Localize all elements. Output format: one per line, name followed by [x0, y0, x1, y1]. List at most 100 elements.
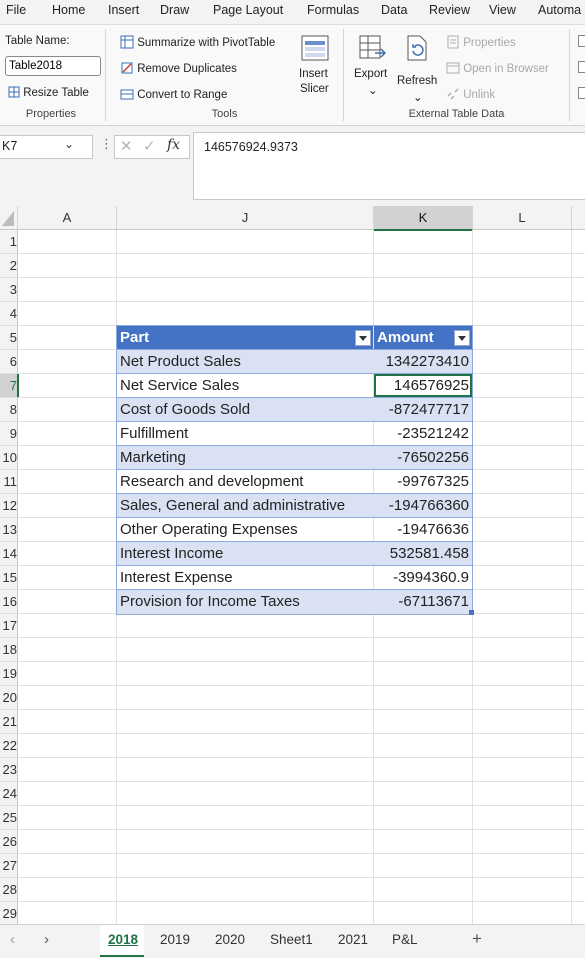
enter-icon[interactable]: ✓ — [143, 137, 156, 155]
row-header[interactable]: 26 — [0, 830, 18, 854]
table-cell-part[interactable]: Other Operating Expenses — [117, 518, 373, 541]
convert-to-range-button[interactable]: Convert to Range — [120, 87, 227, 101]
summarize-pivot-button[interactable]: Summarize with PivotTable — [120, 35, 275, 49]
table-cell-amount[interactable]: -23521242 — [374, 422, 472, 445]
row-header[interactable]: 5 — [0, 326, 18, 350]
row-header[interactable]: 20 — [0, 686, 18, 710]
tab-file[interactable]: File — [6, 3, 26, 17]
active-cell[interactable]: 146576925 — [374, 374, 472, 397]
name-box-chevron-icon[interactable]: ⌄ — [64, 137, 74, 151]
row-header[interactable]: 9 — [0, 422, 18, 446]
cancel-icon[interactable]: ✕ — [120, 137, 133, 155]
row-header[interactable]: 1 — [0, 230, 18, 254]
row-header[interactable]: 2 — [0, 254, 18, 278]
table-name-input[interactable] — [5, 56, 101, 76]
table-cell-amount[interactable]: 1342273410 — [374, 350, 472, 373]
scroll-right-icon[interactable]: › — [44, 931, 49, 948]
column-header-k[interactable]: K — [374, 206, 473, 231]
row-header[interactable]: 25 — [0, 806, 18, 830]
table-cell-amount[interactable]: -194766360 — [374, 494, 472, 517]
table-cell-amount[interactable]: -872477717 — [374, 398, 472, 421]
formula-input[interactable]: 146576924.9373 — [193, 132, 585, 200]
select-all-corner[interactable] — [0, 206, 18, 229]
scroll-left-icon[interactable]: ‹ — [10, 931, 15, 948]
sheet-tab-2021[interactable]: 2021 — [338, 932, 368, 947]
row-header[interactable]: 21 — [0, 710, 18, 734]
sheet-tab-2018[interactable]: 2018 — [100, 925, 144, 957]
unlink-icon — [447, 88, 459, 100]
tab-automate[interactable]: Automa — [538, 3, 581, 17]
table-cell-part[interactable]: Provision for Income Taxes — [117, 590, 373, 613]
row-header[interactable]: 24 — [0, 782, 18, 806]
column-header-j[interactable]: J — [117, 206, 374, 229]
table-cell-part[interactable]: Interest Expense — [117, 566, 373, 589]
resize-table-button[interactable]: Resize Table — [8, 86, 89, 99]
tab-formulas[interactable]: Formulas — [307, 3, 359, 17]
row-header[interactable]: 23 — [0, 758, 18, 782]
table-resize-handle[interactable] — [469, 610, 474, 615]
export-button[interactable]: Export ⌄ — [352, 31, 392, 107]
table-cell-part[interactable]: Fulfillment — [117, 422, 373, 445]
table-cell-amount[interactable]: -76502256 — [374, 446, 472, 469]
table-cell-part[interactable]: Sales, General and administrative — [117, 494, 373, 517]
tab-view[interactable]: View — [489, 3, 516, 17]
tab-review[interactable]: Review — [429, 3, 470, 17]
table-cell-amount[interactable]: -99767325 — [374, 470, 472, 493]
row-header[interactable]: 17 — [0, 614, 18, 638]
open-in-browser-button[interactable]: Open in Browser — [446, 61, 549, 75]
sheet-tab-2020[interactable]: 2020 — [215, 932, 245, 947]
table-cell-amount[interactable]: -67113671 — [374, 590, 472, 613]
sheet-tab-sheet1[interactable]: Sheet1 — [270, 932, 313, 947]
column-header-overflow[interactable] — [572, 206, 585, 229]
table-cell-part[interactable]: Net Product Sales — [117, 350, 373, 373]
insert-function-icon[interactable]: fx — [167, 137, 180, 153]
tab-draw[interactable]: Draw — [160, 3, 189, 17]
part-filter-button[interactable] — [355, 330, 371, 346]
table-cell-part[interactable]: Cost of Goods Sold — [117, 398, 373, 421]
formula-bar-grip-icon[interactable]: ⋮ — [100, 136, 113, 152]
unlink-button[interactable]: Unlink — [446, 87, 495, 101]
table-cell-part[interactable]: Net Service Sales — [117, 374, 373, 397]
add-sheet-icon[interactable]: + — [472, 929, 482, 949]
tab-data[interactable]: Data — [381, 3, 407, 17]
row-header[interactable]: 4 — [0, 302, 18, 326]
table-cell-part[interactable]: Research and development — [117, 470, 373, 493]
properties-button[interactable]: Properties — [446, 35, 516, 49]
remove-duplicates-button[interactable]: Remove Duplicates — [120, 61, 237, 75]
row-header[interactable]: 22 — [0, 734, 18, 758]
row-header[interactable]: 14 — [0, 542, 18, 566]
tab-insert[interactable]: Insert — [108, 3, 139, 17]
properties-icon — [447, 35, 459, 49]
row-header[interactable]: 29 — [0, 902, 18, 926]
insert-slicer-button[interactable]: Insert Slicer — [295, 31, 335, 107]
row-header[interactable]: 18 — [0, 638, 18, 662]
row-header[interactable]: 15 — [0, 566, 18, 590]
row-header[interactable]: 28 — [0, 878, 18, 902]
row-header[interactable]: 19 — [0, 662, 18, 686]
table-header-part[interactable]: Part — [117, 326, 373, 349]
row-header[interactable]: 11 — [0, 470, 18, 494]
row-header[interactable]: 6 — [0, 350, 18, 374]
row-header[interactable]: 8 — [0, 398, 18, 422]
row-header[interactable]: 27 — [0, 854, 18, 878]
table-cell-amount[interactable]: -3994360.9 — [374, 566, 472, 589]
name-box[interactable]: K7 ⌄ — [0, 135, 93, 159]
row-header[interactable]: 7 — [0, 374, 19, 398]
row-header[interactable]: 10 — [0, 446, 18, 470]
column-header-l[interactable]: L — [473, 206, 572, 229]
row-header[interactable]: 3 — [0, 278, 18, 302]
row-header[interactable]: 12 — [0, 494, 18, 518]
table-cell-part[interactable]: Marketing — [117, 446, 373, 469]
tab-page-layout[interactable]: Page Layout — [213, 3, 283, 17]
amount-filter-button[interactable] — [454, 330, 470, 346]
column-header-a[interactable]: A — [18, 206, 117, 229]
sheet-tab-pl[interactable]: P&L — [392, 932, 418, 947]
table-cell-part[interactable]: Interest Income — [117, 542, 373, 565]
row-header[interactable]: 16 — [0, 590, 18, 614]
table-cell-amount[interactable]: 532581.458 — [374, 542, 472, 565]
row-header[interactable]: 13 — [0, 518, 18, 542]
sheet-tab-2019[interactable]: 2019 — [160, 932, 190, 947]
table-cell-amount[interactable]: -19476636 — [374, 518, 472, 541]
tab-home[interactable]: Home — [52, 3, 85, 17]
refresh-button[interactable]: Refresh ⌄ — [396, 31, 438, 107]
